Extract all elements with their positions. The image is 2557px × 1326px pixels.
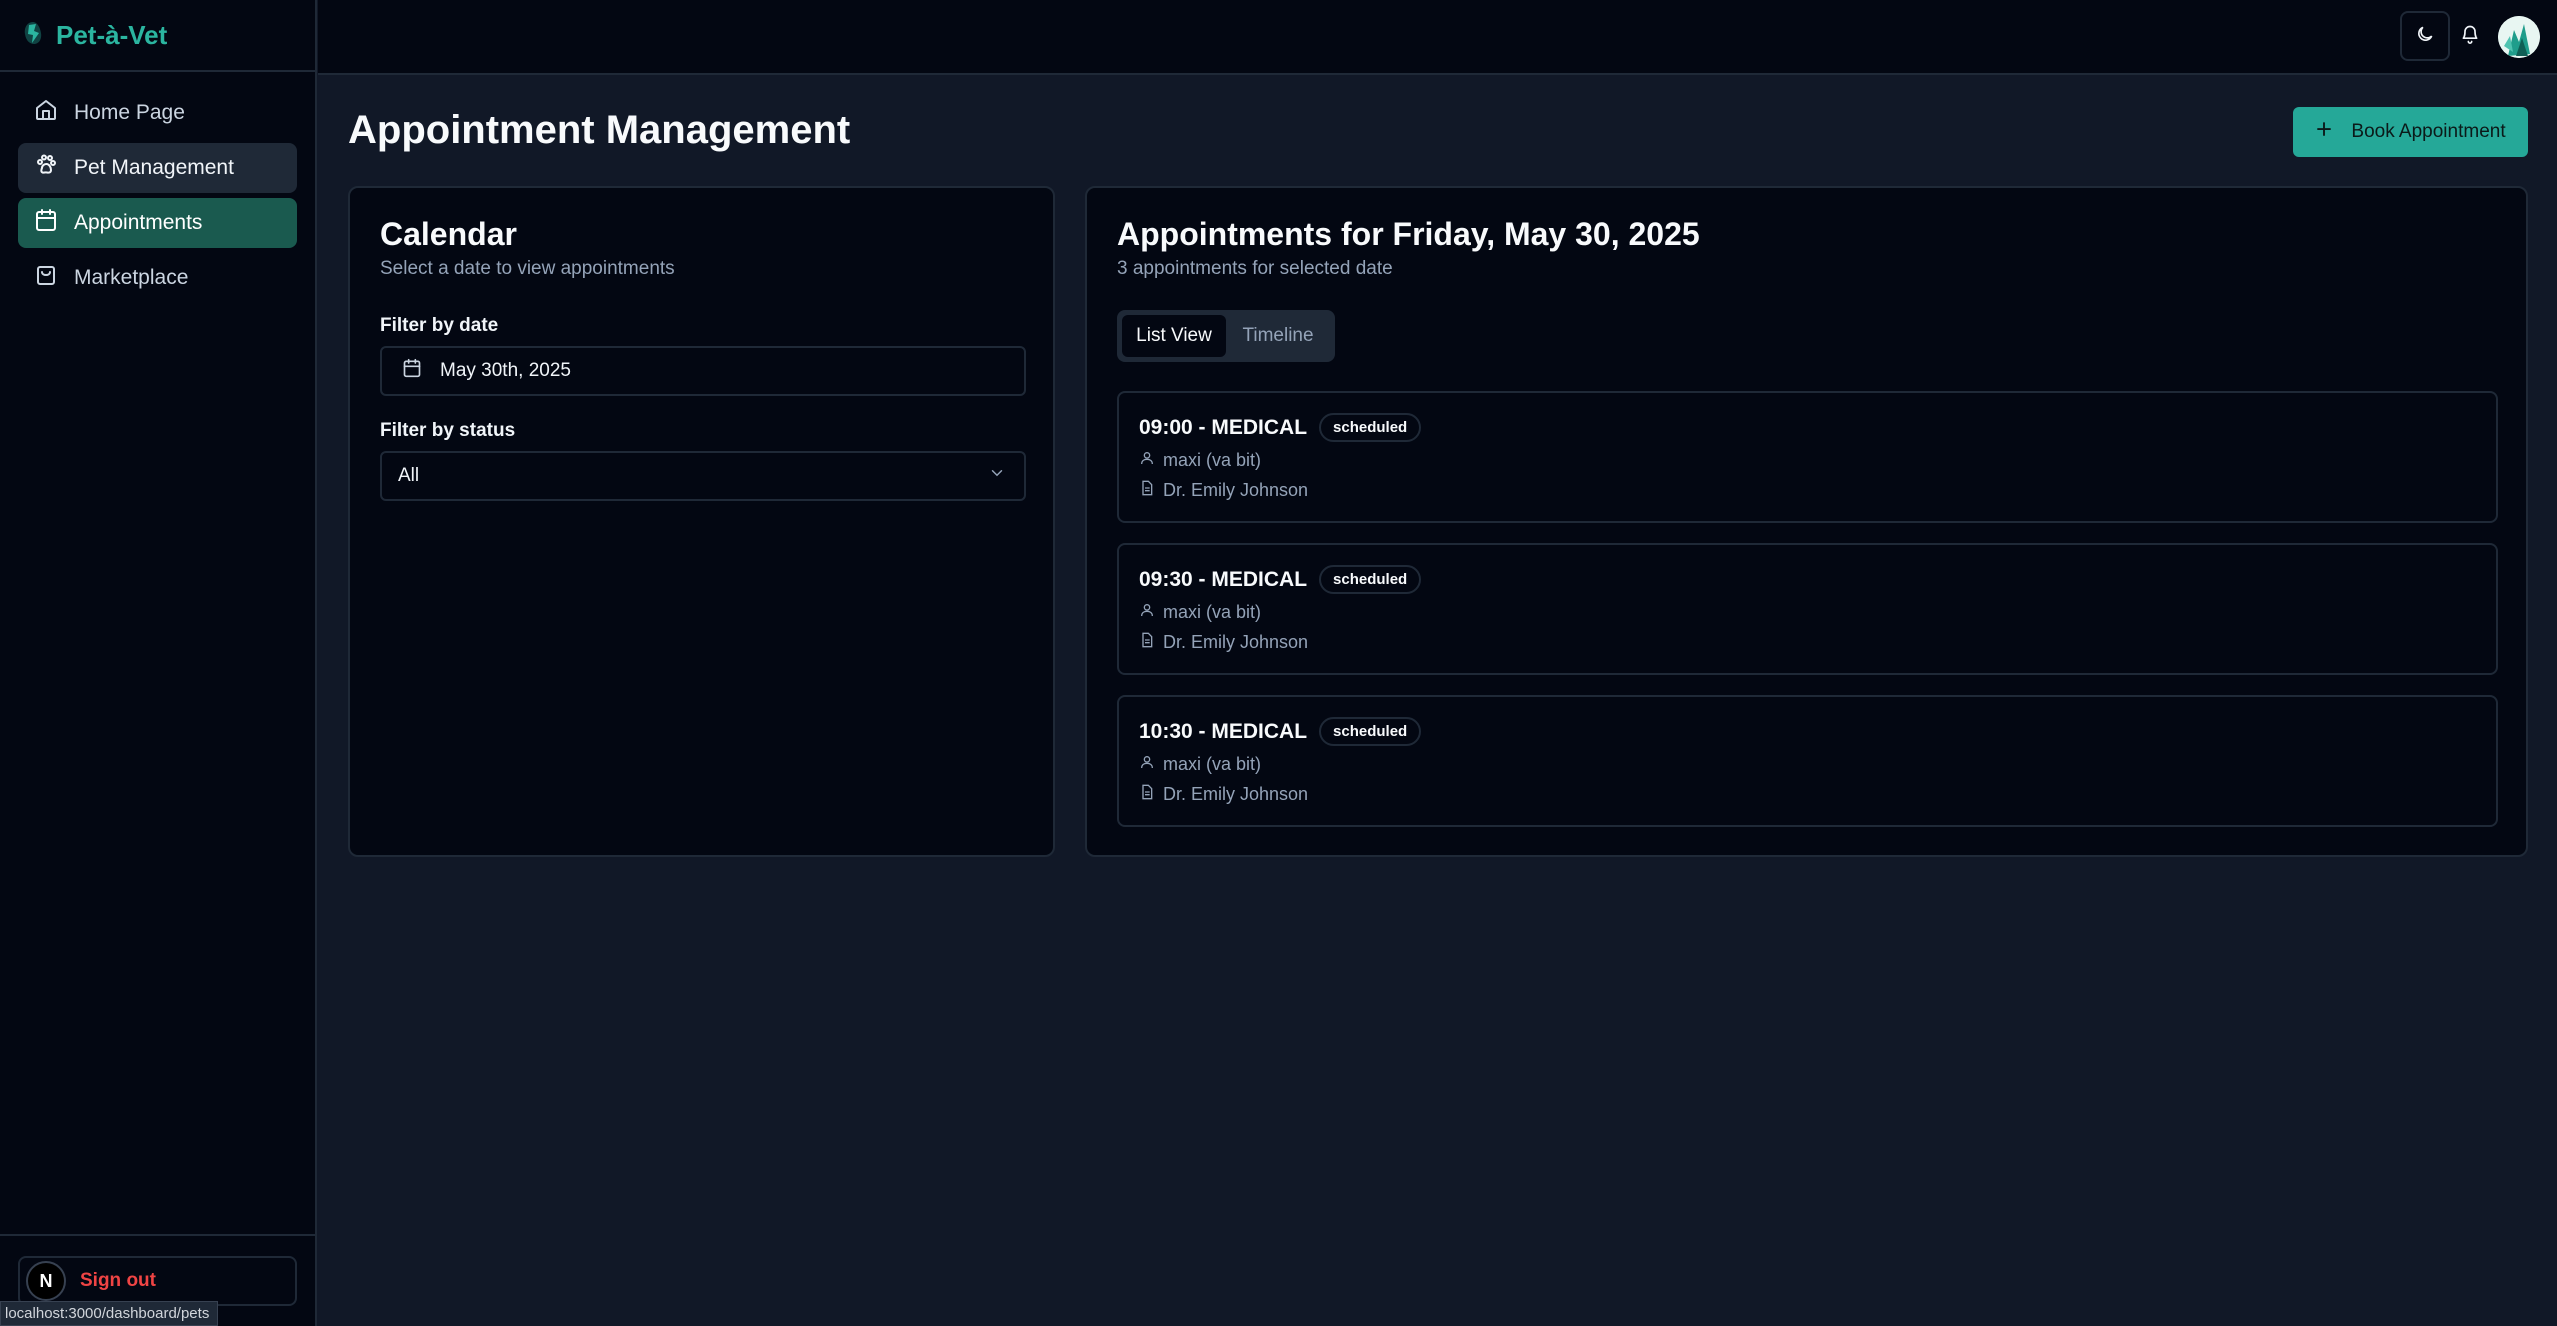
chevron-down-icon (988, 464, 1006, 488)
view-tabs: List View Timeline (1117, 310, 1335, 362)
appointments-subtitle: 3 appointments for selected date (1117, 258, 1393, 279)
sidebar-item-home[interactable]: Home Page (18, 88, 297, 138)
sidebar-nav: Home Page Pet Management Appointments Ma… (0, 72, 315, 319)
status-badge: scheduled (1319, 717, 1422, 746)
calendar-subtitle: Select a date to view appointments (380, 258, 675, 279)
sidebar-item-marketplace[interactable]: Marketplace (18, 253, 297, 303)
user-icon (1139, 450, 1155, 471)
brand-name: Pet-à-Vet (56, 19, 168, 50)
status-select[interactable]: All (380, 451, 1026, 501)
user-icon (1139, 754, 1155, 775)
date-filter-label: Filter by date (380, 315, 499, 336)
sign-out-button[interactable]: N Sign out (18, 1256, 297, 1306)
appointment-vet: Dr. Emily Johnson (1139, 632, 1308, 653)
appointment-title: 09:30 - MEDICAL (1139, 567, 1308, 591)
appointment-title: 09:00 - MEDICAL (1139, 415, 1308, 439)
appointments-card: Appointments for Friday, May 30, 2025 3 … (1085, 186, 2528, 857)
shopping-bag-icon (34, 263, 58, 293)
plus-icon (2315, 120, 2333, 144)
appointment-vet: Dr. Emily Johnson (1139, 784, 1308, 805)
app-root: Pet-à-Vet Home Page Pet Management Appoi… (0, 0, 2557, 1326)
appointments-title: Appointments for Friday, May 30, 2025 (1117, 216, 1700, 252)
appointment-header: 10:30 - MEDICAL scheduled (1139, 717, 1422, 746)
home-icon (34, 98, 58, 128)
document-icon (1139, 632, 1155, 653)
sidebar: Pet-à-Vet Home Page Pet Management Appoi… (0, 0, 317, 1326)
sidebar-item-appointments[interactable]: Appointments (18, 198, 297, 248)
user-avatar[interactable] (2498, 16, 2540, 58)
appointment-card[interactable]: 09:00 - MEDICAL scheduled maxi (va bit) … (1117, 391, 2498, 523)
appointment-pet: maxi (va bit) (1139, 602, 1261, 623)
appointment-vet-name: Dr. Emily Johnson (1163, 632, 1309, 652)
appointment-header: 09:00 - MEDICAL scheduled (1139, 413, 1422, 442)
appointment-card[interactable]: 09:30 - MEDICAL scheduled maxi (va bit) … (1117, 543, 2498, 675)
status-badge: scheduled (1319, 413, 1422, 442)
calendar-title: Calendar (380, 216, 517, 252)
calendar-icon (402, 358, 422, 384)
status-bar-url: localhost:3000/dashboard/pets (0, 1301, 219, 1326)
status-badge: scheduled (1319, 565, 1422, 594)
sign-out-label: Sign out (80, 1270, 156, 1291)
avatar: N (26, 1261, 66, 1301)
appointment-header: 09:30 - MEDICAL scheduled (1139, 565, 1422, 594)
sidebar-item-pet-management[interactable]: Pet Management (18, 143, 297, 193)
tab-list-view[interactable]: List View (1122, 315, 1226, 357)
moon-icon (2415, 24, 2435, 49)
appointment-pet-name: maxi (va bit) (1163, 450, 1262, 470)
appointment-title: 10:30 - MEDICAL (1139, 719, 1308, 743)
appointment-pet-name: maxi (va bit) (1163, 754, 1262, 774)
appointment-card[interactable]: 10:30 - MEDICAL scheduled maxi (va bit) … (1117, 695, 2498, 827)
appointment-pet: maxi (va bit) (1139, 754, 1261, 775)
status-select-value: All (398, 465, 420, 486)
appointment-vet: Dr. Emily Johnson (1139, 480, 1308, 501)
theme-toggle-button[interactable] (2400, 11, 2450, 61)
document-icon (1139, 784, 1155, 805)
sidebar-item-label: Home Page (74, 101, 185, 124)
appointment-pet: maxi (va bit) (1139, 450, 1261, 471)
bell-icon (2460, 24, 2480, 49)
sidebar-item-label: Appointments (74, 211, 203, 234)
topbar (318, 0, 2557, 75)
calendar-card: Calendar Select a date to view appointme… (348, 186, 1055, 857)
book-appointment-label: Book Appointment (2351, 121, 2506, 142)
book-appointment-button[interactable]: Book Appointment (2293, 107, 2528, 157)
paw-logo-icon (20, 19, 46, 52)
user-icon (1139, 602, 1155, 623)
appointment-pet-name: maxi (va bit) (1163, 602, 1262, 622)
sidebar-item-label: Marketplace (74, 266, 189, 289)
notifications-button[interactable] (2450, 11, 2490, 61)
date-picker-value: May 30th, 2025 (440, 360, 571, 381)
tab-timeline[interactable]: Timeline (1226, 315, 1330, 357)
status-filter-label: Filter by status (380, 420, 516, 441)
sidebar-item-label: Pet Management (74, 156, 234, 179)
appointment-vet-name: Dr. Emily Johnson (1163, 784, 1309, 804)
document-icon (1139, 480, 1155, 501)
brand[interactable]: Pet-à-Vet (0, 0, 315, 72)
calendar-icon (34, 208, 58, 238)
page-title: Appointment Management (348, 108, 851, 152)
appointment-vet-name: Dr. Emily Johnson (1163, 480, 1309, 500)
date-picker[interactable]: May 30th, 2025 (380, 346, 1026, 396)
paw-icon (34, 153, 58, 183)
